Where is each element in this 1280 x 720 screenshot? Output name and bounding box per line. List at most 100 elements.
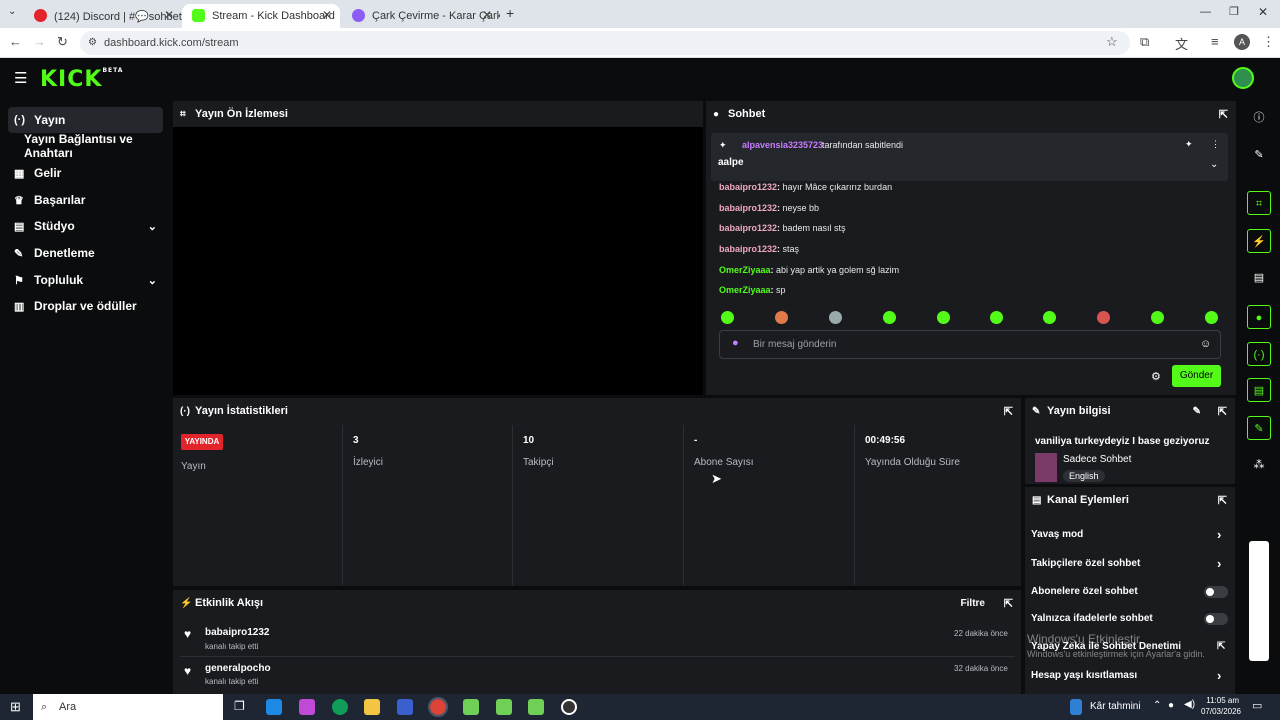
popout-icon[interactable]: ⇱ (1219, 108, 1228, 121)
activity-user[interactable]: generalpocho (205, 663, 271, 674)
store-icon[interactable] (397, 699, 413, 715)
profile-avatar[interactable]: A (1234, 34, 1250, 50)
bookmark-star-icon[interactable]: ☆ (1106, 34, 1118, 50)
copilot-icon[interactable] (299, 699, 315, 715)
popout-icon[interactable]: ⇱ (1004, 597, 1013, 610)
send-button[interactable]: Gönder (1172, 365, 1221, 387)
info-icon[interactable]: ⓘ (1247, 106, 1271, 130)
bolt-toggle-icon[interactable]: ⚡ (1247, 229, 1271, 253)
translate-icon[interactable]: 文 (1175, 34, 1188, 53)
emote-icon[interactable] (883, 311, 896, 324)
emoji-icon[interactable]: ☺ (1200, 338, 1211, 350)
reload-icon[interactable]: ↻ (57, 34, 68, 50)
clock-time[interactable]: 11:05 am (1203, 696, 1239, 705)
emote-icon[interactable] (829, 311, 842, 324)
forward-icon[interactable]: → (33, 34, 46, 49)
extensions-icon[interactable]: ⧉ (1140, 34, 1149, 50)
windows-start-icon[interactable]: ⊞ (10, 699, 21, 715)
preview-toggle-icon[interactable]: ⌗ (1247, 191, 1271, 215)
menu-icon[interactable]: ☰ (14, 69, 27, 87)
filter-button[interactable]: Filtre (961, 598, 985, 609)
edit-icon[interactable]: ✎ (1193, 406, 1201, 417)
sidebar-item-gelir[interactable]: ▦ Gelir (8, 160, 163, 186)
user-avatar[interactable] (1232, 67, 1254, 89)
taskbar-search[interactable]: ⌕ Ara (33, 694, 223, 720)
sidebar-item-yayin[interactable]: (·) Yayın (8, 107, 163, 133)
chat-settings-icon[interactable]: ⚙ (1151, 370, 1161, 383)
new-tab-button[interactable]: + (506, 5, 514, 21)
emote-only-toggle[interactable] (1204, 613, 1228, 625)
obs-icon[interactable] (561, 699, 577, 715)
unpin-icon[interactable]: ✦ (1185, 139, 1193, 150)
emote-icon[interactable] (1097, 311, 1110, 324)
sidebar-item-studyo[interactable]: ▤ Stüdyo ⌄ (8, 213, 163, 239)
minimize-button[interactable]: — (1200, 6, 1211, 18)
emote-icon[interactable] (1043, 311, 1056, 324)
minecraft-icon[interactable] (528, 699, 544, 715)
volume-icon[interactable]: ◀) (1184, 699, 1195, 710)
media-icon[interactable]: ≡ (1211, 34, 1219, 49)
chat-message[interactable]: OmerZiyaaa: sp (719, 285, 786, 295)
file-explorer-icon[interactable] (364, 699, 380, 715)
close-icon[interactable]: ✕ (164, 8, 174, 22)
task-view-icon[interactable]: ❐ (234, 699, 245, 713)
kick-logo[interactable]: KICKBETA (40, 67, 123, 92)
chat-username[interactable]: OmerZiyaaa (719, 265, 771, 275)
edit-icon[interactable]: ✎ (1247, 143, 1271, 167)
chat-message[interactable]: babaipro1232: hayır Mâce çıkarırız burda… (719, 182, 892, 192)
emote-icon[interactable] (990, 311, 1003, 324)
tab-discord[interactable]: (124) Discord | #💬sohbet | V... ✕ (24, 4, 182, 28)
notes-icon[interactable]: ▤ (1247, 266, 1271, 290)
close-icon[interactable]: ✕ (482, 8, 492, 22)
action-account-age[interactable]: Hesap yaşı kısıtlaması › (1031, 668, 1221, 683)
notification-icon[interactable]: ▭ (1252, 699, 1262, 712)
tab-list-icon[interactable]: ⌄ (8, 6, 16, 17)
sidebar-item-droplar[interactable]: ▥ Droplar ve ödüller (8, 293, 163, 319)
outlook-icon[interactable] (266, 699, 282, 715)
activity-user[interactable]: babaipro1232 (205, 627, 269, 638)
edge-icon[interactable] (332, 699, 348, 715)
chat-message[interactable]: babaipro1232: neyse bb (719, 203, 819, 213)
apps-icon[interactable]: ⁂ (1247, 453, 1271, 477)
close-icon[interactable]: ✕ (322, 8, 332, 22)
pinned-message[interactable]: ✦ alpavensia3235723 tarafından sabitlend… (711, 133, 1228, 181)
more-icon[interactable]: ⋮ (1262, 34, 1275, 50)
emote-icon[interactable] (775, 311, 788, 324)
sidebar-item-denetleme[interactable]: ✎ Denetleme (8, 240, 163, 266)
chat-message[interactable]: OmerZiyaaa: abi yap artik ya golem sğ la… (719, 265, 899, 275)
chat-username[interactable]: babaipro1232 (719, 244, 777, 254)
tray-chevron-icon[interactable]: ⌃ (1153, 700, 1161, 711)
weather-text[interactable]: Kâr tahmini (1090, 701, 1141, 712)
popout-icon[interactable]: ⇱ (1218, 494, 1227, 507)
chat-username[interactable]: babaipro1232 (719, 182, 777, 192)
chat-username[interactable]: babaipro1232 (719, 223, 777, 233)
minecraft-icon[interactable] (496, 699, 512, 715)
category-name[interactable]: Sadece Sohbet (1063, 454, 1131, 465)
clock-date[interactable]: 07/03/2026 (1199, 707, 1241, 716)
action-slow-mode[interactable]: Yavaş mod › (1031, 527, 1221, 542)
back-icon[interactable]: ← (9, 34, 22, 49)
popout-icon[interactable]: ⇱ (1004, 405, 1013, 418)
tab-kick[interactable]: Stream - Kick Dashboard ✕ (182, 4, 340, 28)
site-info-icon[interactable]: ⚙ (88, 31, 97, 55)
chat-username[interactable]: babaipro1232 (719, 203, 777, 213)
side-toolbar[interactable] (1249, 541, 1269, 661)
subscribers-only-toggle[interactable] (1204, 586, 1228, 598)
popout-icon[interactable]: ⇱ (1218, 405, 1227, 418)
emote-icon[interactable] (721, 311, 734, 324)
chat-toggle-icon[interactable]: ● (1247, 305, 1271, 329)
window-close-button[interactable]: ✕ (1258, 5, 1268, 19)
emote-icon[interactable] (1205, 311, 1218, 324)
minecraft-icon[interactable] (463, 699, 479, 715)
tab-wheel[interactable]: Çark Çevirme - Karar Çarkı ✕ (342, 4, 500, 28)
broadcast-toggle-icon[interactable]: (·) (1247, 342, 1271, 366)
sidebar-item-basarilar[interactable]: ♛ Başarılar (8, 187, 163, 213)
mic-tray-icon[interactable]: ● (1168, 700, 1174, 711)
sidebar-item-stream-key[interactable]: Yayın Bağlantısı ve Anahtarı (8, 132, 163, 160)
chat-message[interactable]: babaipro1232: staş (719, 244, 799, 254)
maximize-button[interactable]: ❐ (1229, 5, 1239, 18)
chevron-down-icon[interactable]: ⌄ (1210, 159, 1218, 170)
chat-username[interactable]: OmerZiyaaa (719, 285, 771, 295)
url-input[interactable]: ⚙ dashboard.kick.com/stream (80, 31, 1130, 55)
chrome-icon[interactable] (428, 697, 448, 717)
